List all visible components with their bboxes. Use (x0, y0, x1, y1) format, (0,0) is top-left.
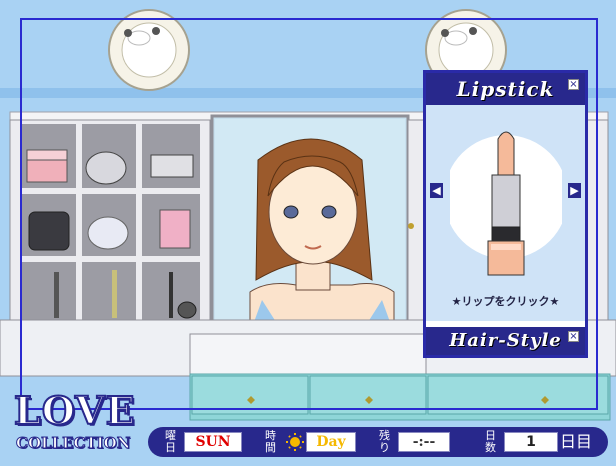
close-icon[interactable]: × (568, 331, 579, 342)
chevron-left-icon[interactable]: ◀ (430, 183, 443, 198)
drawer-middle[interactable] (309, 375, 427, 415)
drawer-right[interactable] (427, 375, 609, 415)
days-label: 日数 (485, 429, 496, 454)
close-icon[interactable]: × (568, 79, 579, 90)
lipstick-panel: Lipstick × ◀ ▶ ★リップをクリック★ Hair-Style × (423, 70, 588, 358)
hair-style-title: Hair-Style (449, 330, 562, 351)
sun-icon (286, 433, 304, 451)
lipstick-item[interactable] (450, 117, 562, 287)
lipstick-panel-header: Lipstick × (426, 73, 585, 105)
remaining-label: 残り (379, 429, 390, 454)
remaining-value: -:-- (398, 432, 450, 452)
logo-line2: COLLECTION (15, 434, 131, 453)
vanity-light-left (108, 9, 190, 91)
days-unit: 日目 (560, 432, 593, 451)
status-bar: 曜日 SUN 時間 Day 残り -:-- 日数 1 日目 (148, 427, 608, 457)
logo-line1: LOVE (13, 387, 136, 434)
days-value: 1 (504, 432, 558, 452)
weekday-label: 曜日 (165, 429, 176, 454)
lipstick-panel-title: Lipstick (456, 77, 555, 101)
hair-style-tab[interactable]: Hair-Style × (426, 325, 585, 355)
chevron-right-icon[interactable]: ▶ (568, 183, 581, 198)
drawer-left[interactable] (191, 375, 309, 415)
click-lipstick-hint: ★リップをクリック★ (451, 295, 560, 308)
time-label: 時間 (265, 429, 276, 454)
lipstick-panel-body: ◀ ▶ ★リップをクリック★ (426, 105, 585, 321)
time-value: Day (306, 432, 356, 452)
game-logo: LOVE COLLECTION (10, 387, 140, 460)
weekday-value: SUN (184, 432, 242, 452)
game-screen: Lipstick × ◀ ▶ ★リップをクリック★ Hair-Style × L… (0, 0, 616, 466)
